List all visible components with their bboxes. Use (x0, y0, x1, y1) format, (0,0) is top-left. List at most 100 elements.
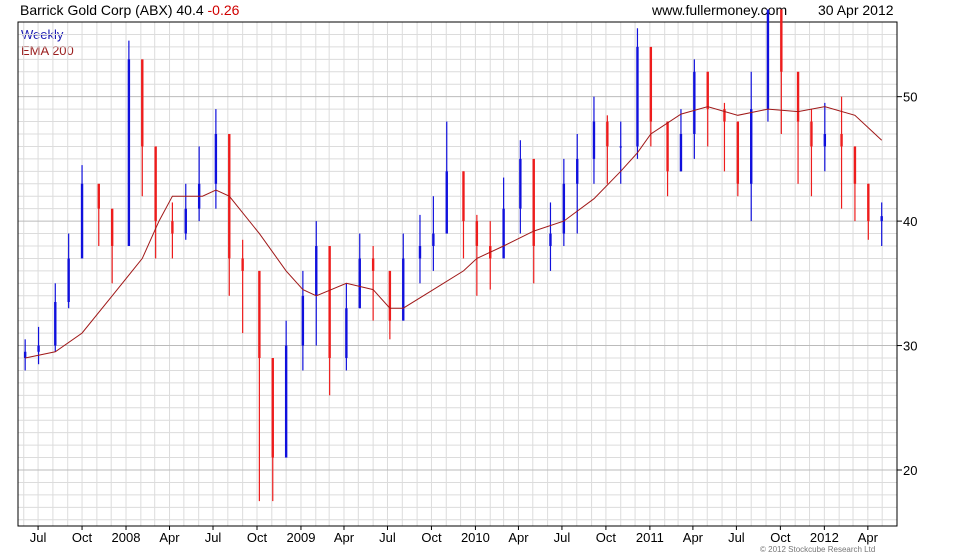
candle-body (796, 71, 800, 122)
candle (97, 183, 100, 246)
x-tick-label: Jul (728, 530, 745, 545)
candle-body (67, 258, 70, 302)
candle-body (736, 121, 740, 184)
candle-body (840, 134, 843, 147)
candle-body (141, 59, 144, 147)
x-tick-label: Oct (421, 530, 442, 545)
x-tick-label: 2009 (287, 530, 316, 545)
candle (388, 270, 392, 340)
candle (592, 96, 596, 184)
chart-grid (18, 22, 897, 526)
x-tick-label: Jul (379, 530, 396, 545)
candle (723, 102, 726, 172)
candle-body (402, 258, 405, 321)
candle-body (127, 59, 131, 247)
candle (693, 59, 696, 159)
candle-body (301, 295, 305, 346)
x-tick-label: 2012 (810, 530, 839, 545)
candle-body (171, 221, 174, 234)
candle-body (853, 146, 857, 184)
candle-body (23, 351, 27, 358)
candle (489, 221, 492, 290)
candle-body (388, 270, 392, 321)
x-tick-label: Apr (334, 530, 355, 545)
x-tick-label: Jul (554, 530, 571, 545)
candle (141, 59, 144, 197)
candle-body (110, 208, 114, 246)
copyright-text: © 2012 Stockcube Research Ltd (760, 545, 876, 554)
candle-body (258, 270, 261, 358)
candle (345, 283, 348, 371)
candle (301, 270, 305, 371)
candle-body (706, 71, 709, 110)
candle-body (445, 171, 448, 234)
candle-body (532, 158, 535, 246)
candle-body (519, 158, 522, 209)
candle (432, 196, 435, 271)
candle (241, 239, 244, 334)
y-tick-label: 50 (903, 90, 917, 105)
candle-body (241, 258, 244, 271)
x-tick-label: 2008 (112, 530, 141, 545)
x-tick-label: Oct (247, 530, 268, 545)
candle-body (37, 345, 40, 352)
candle-body (810, 121, 813, 147)
plot-border (17, 21, 898, 527)
x-tick-label: Oct (596, 530, 617, 545)
y-tick-label: 20 (903, 463, 917, 478)
y-tick-label: 30 (903, 339, 917, 354)
candle (80, 165, 84, 259)
candle-body (679, 134, 683, 172)
x-tick-label: Oct (72, 530, 93, 545)
candle (358, 233, 361, 309)
candle (750, 71, 753, 222)
x-tick-label: Apr (508, 530, 529, 545)
candle-body (750, 109, 753, 184)
candle (796, 71, 800, 184)
candle (736, 121, 740, 197)
candle-body (606, 121, 609, 147)
candle-body (345, 308, 348, 358)
candle (549, 202, 552, 271)
candle-body (358, 258, 361, 309)
candle-body (54, 302, 57, 346)
candle-body (880, 216, 883, 222)
candle-body (549, 233, 552, 246)
candle-body (271, 358, 274, 458)
candle-body (475, 221, 479, 246)
candle (519, 140, 522, 234)
candle (766, 9, 770, 122)
candle (562, 158, 566, 246)
candle (214, 109, 218, 209)
candle-body (766, 9, 770, 110)
candle-body (371, 258, 375, 271)
candle (636, 28, 639, 159)
candle-body (154, 146, 157, 222)
candle (418, 214, 422, 284)
candle (171, 202, 174, 259)
x-tick-label: Jul (205, 530, 222, 545)
candle-body (867, 183, 870, 222)
candle (54, 283, 57, 352)
candle-body (214, 134, 218, 184)
candle-body (432, 233, 435, 246)
candle-body (636, 46, 639, 147)
y-tick-label: 40 (903, 214, 917, 229)
x-tick-label: 2011 (636, 530, 664, 545)
weekly-candles (23, 9, 883, 502)
candle-body (284, 345, 288, 458)
candle (606, 115, 609, 184)
candle-body (823, 134, 827, 147)
candle-body (592, 121, 596, 159)
candle-body (502, 208, 505, 259)
candle-body (315, 246, 318, 296)
candle-body (462, 171, 465, 222)
x-tick-label: 2010 (461, 530, 490, 545)
candle-body (562, 183, 566, 234)
x-tick-label: Apr (683, 530, 704, 545)
x-tick-label: Apr (858, 530, 879, 545)
candle (666, 121, 669, 197)
candle (462, 171, 465, 259)
x-tick-label: Apr (159, 530, 180, 545)
candle (127, 40, 131, 247)
